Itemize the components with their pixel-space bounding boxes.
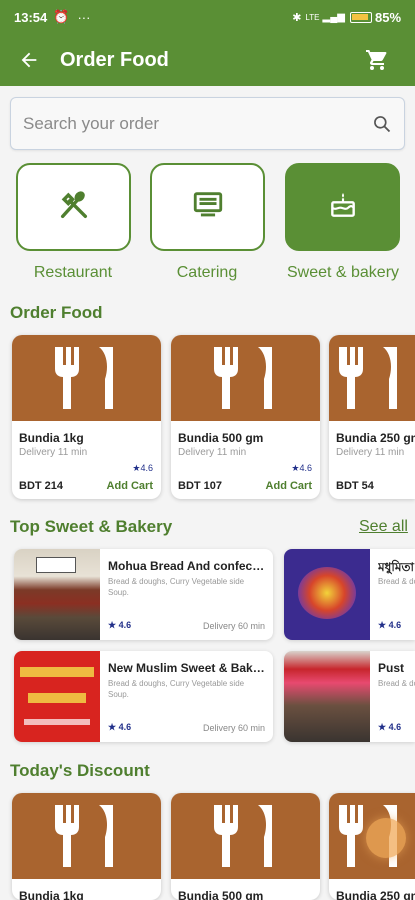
food-rating: ★4.6 <box>132 463 153 473</box>
page-title: Order Food <box>60 48 169 71</box>
food-card[interactable]: Bundia 500 gm Delivery 11 min ★4.6 BDT 1… <box>171 335 320 499</box>
food-name: Bundia 500 gm <box>178 431 264 445</box>
food-price: BDT 54 <box>336 480 374 492</box>
shop-image <box>284 651 370 742</box>
shop-card[interactable]: Mohua Bread And confectionery Bread & do… <box>14 549 273 640</box>
shop-description: Bread & doughs <box>378 679 415 688</box>
food-card[interactable]: Bundia 250 gm Delivery 11 min BDT 54 <box>329 335 415 499</box>
shop-rating: ★ 4.6 <box>108 722 132 732</box>
star-icon: ★ <box>108 620 119 630</box>
section-title-order-food: Order Food <box>10 303 103 322</box>
food-name: Bundia 250 gm <box>336 889 415 900</box>
status-time: 13:54 <box>14 9 48 25</box>
category-sweet-bakery[interactable] <box>285 163 400 251</box>
shop-name: New Muslim Sweet & Bakery <box>108 661 266 675</box>
add-cart-button[interactable]: Add Cart <box>266 480 312 492</box>
search-box[interactable] <box>10 97 405 150</box>
signal-icon: ▂▄▆ <box>322 11 345 23</box>
shop-image <box>14 651 100 742</box>
food-rating: ★4.6 <box>291 463 312 473</box>
shop-name: Pust <box>378 661 405 675</box>
battery-icon <box>349 11 372 23</box>
section-title-top-sweet: Top Sweet & Bakery <box>10 517 173 536</box>
food-name: Bundia 500 gm <box>178 889 264 900</box>
shop-card[interactable]: মধুমিতা Bread & doughs ★ 4.6 <box>284 549 415 640</box>
status-dots: ··· <box>77 9 91 25</box>
shop-description: Bread & doughs <box>378 577 415 586</box>
discount-card[interactable]: Bundia 500 gm <box>171 793 320 900</box>
food-delivery: Delivery 11 min <box>19 447 88 458</box>
category-catering[interactable] <box>150 163 265 251</box>
shop-name: Mohua Bread And confectionery <box>108 559 266 573</box>
bluetooth-icon: ✱ <box>292 11 302 24</box>
star-icon: ★ <box>378 722 389 732</box>
search-icon[interactable] <box>372 114 392 134</box>
battery-percent: 85 <box>374 9 390 25</box>
food-name: Bundia 1kg <box>19 889 84 900</box>
food-image <box>12 793 161 879</box>
fork-spoon-icon <box>57 188 91 227</box>
shop-delivery: Delivery 60 min <box>202 723 265 733</box>
food-image <box>12 335 161 421</box>
star-icon: ★ <box>378 620 389 630</box>
search-input[interactable] <box>23 113 372 134</box>
app-bar: Order Food <box>0 34 415 86</box>
shop-card[interactable]: New Muslim Sweet & Bakery Bread & doughs… <box>14 651 273 742</box>
network-label: LTE <box>305 12 320 22</box>
discount-card[interactable]: Bundia 1kg <box>12 793 161 900</box>
star-icon: ★ <box>108 722 119 732</box>
shop-image <box>14 549 100 640</box>
food-image <box>329 335 415 421</box>
cake-icon <box>327 189 359 226</box>
see-all-link[interactable]: See all <box>359 518 408 536</box>
food-delivery: Delivery 11 min <box>178 447 247 458</box>
category-restaurant[interactable] <box>16 163 131 251</box>
food-image <box>171 335 320 421</box>
category-label: Catering <box>176 264 238 281</box>
alarm-icon: ⏰ <box>53 9 70 24</box>
back-icon[interactable] <box>18 49 40 71</box>
food-card[interactable]: Bundia 1kg Delivery 11 min ★4.6 BDT 214 … <box>12 335 161 499</box>
shop-rating: ★ 4.6 <box>108 620 132 630</box>
category-label: Restaurant <box>33 264 113 281</box>
shop-card[interactable]: Pust Bread & doughs ★ 4.6 <box>284 651 415 742</box>
shop-image <box>284 549 370 640</box>
cart-icon[interactable] <box>365 48 389 72</box>
shop-delivery: Delivery 60 min <box>202 621 265 631</box>
food-name: Bundia 1kg <box>19 431 84 445</box>
food-delivery: Delivery 11 min <box>336 447 405 458</box>
shop-rating: ★ 4.6 <box>378 620 402 630</box>
food-image <box>171 793 320 879</box>
food-name: Bundia 250 gm <box>336 431 415 445</box>
food-price: BDT 107 <box>178 480 223 492</box>
shop-rating: ★ 4.6 <box>378 722 402 732</box>
shop-description: Bread & doughs, Curry Vegetable side Sou… <box>108 679 245 699</box>
add-cart-button[interactable]: Add Cart <box>107 480 153 492</box>
category-label: Sweet & bakery <box>286 264 400 281</box>
section-title-discount: Today's Discount <box>10 761 150 780</box>
shop-description: Bread & doughs, Curry Vegetable side Sou… <box>108 577 245 597</box>
floating-action-button[interactable] <box>366 818 406 858</box>
status-bar: 13:54 ⏰ ··· ✱ LTE ▂▄▆ 85% <box>0 0 415 34</box>
catering-icon <box>191 188 225 227</box>
food-price: BDT 214 <box>19 480 64 492</box>
